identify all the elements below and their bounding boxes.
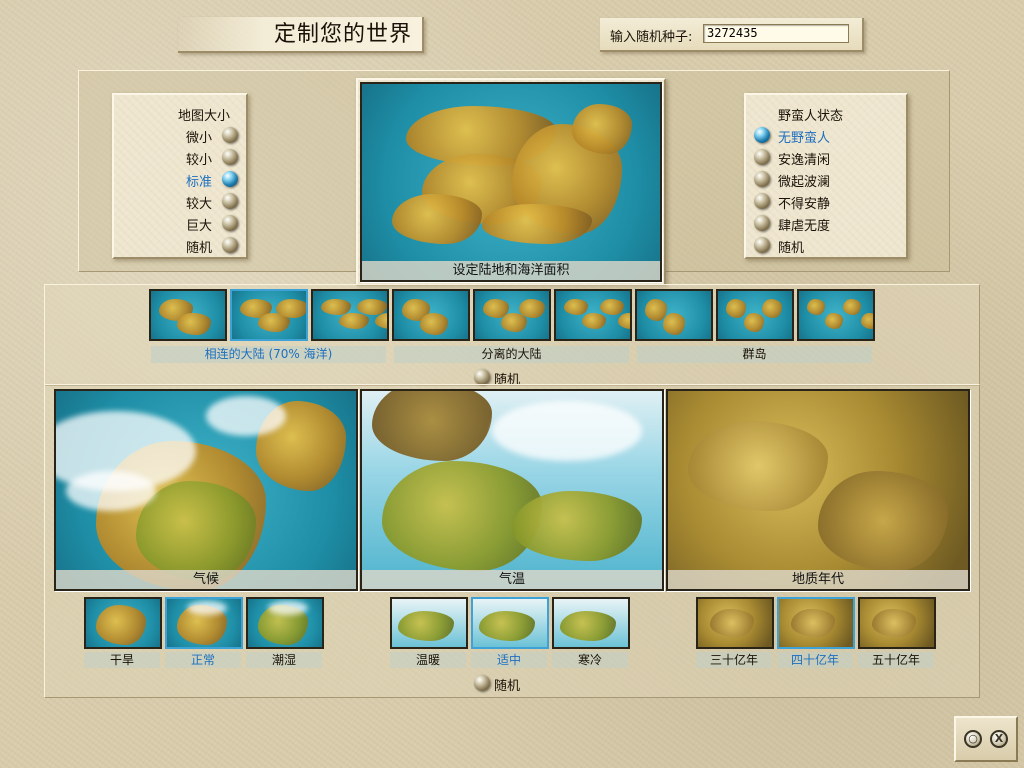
map-size-label: 随机 (186, 241, 213, 256)
climate-thumb[interactable] (165, 597, 243, 649)
age-option-label: 四十亿年 (777, 652, 853, 668)
land-water-thumb[interactable] (311, 289, 389, 341)
barbarian-radio[interactable] (754, 127, 770, 143)
temperature-option-label: 温暖 (390, 652, 466, 668)
climate-option-label: 干旱 (84, 652, 160, 668)
temperature-option-label: 适中 (471, 652, 547, 668)
temperature-thumb[interactable] (471, 597, 549, 649)
age-thumb[interactable] (696, 597, 774, 649)
land-water-thumb[interactable] (635, 289, 713, 341)
age-thumb[interactable] (858, 597, 936, 649)
ok-icon[interactable]: ○ (964, 730, 982, 748)
age-option-label: 三十亿年 (696, 652, 772, 668)
temperature-thumb[interactable] (390, 597, 468, 649)
climate-thumb[interactable] (84, 597, 162, 649)
barbarian-radio[interactable] (754, 171, 770, 187)
barbarian-label: 微起波澜 (778, 175, 831, 190)
map-size-radio[interactable] (222, 237, 238, 253)
land-water-thumb[interactable] (797, 289, 875, 341)
land-water-random-radio[interactable] (474, 369, 490, 385)
land-water-group-label[interactable]: 相连的大陆 (70% 海洋) (151, 346, 386, 363)
climate-caption: 气候 (56, 570, 356, 589)
land-water-thumb[interactable] (554, 289, 632, 341)
climate-thumb[interactable] (246, 597, 324, 649)
map-size-radio[interactable] (222, 193, 238, 209)
barbarian-label: 安逸清闲 (778, 153, 831, 168)
barbarian-label: 不得安静 (778, 197, 831, 212)
barbarian-panel: 野蛮人状态 无野蛮人安逸清闲微起波澜不得安静肆虐无度随机 (744, 93, 908, 259)
barbarian-label: 无野蛮人 (778, 131, 831, 146)
bottom-random-radio[interactable] (474, 675, 490, 691)
land-water-group-label[interactable]: 群岛 (637, 346, 872, 363)
land-water-thumb[interactable] (149, 289, 227, 341)
barbarian-heading: 野蛮人状态 (778, 109, 844, 124)
temperature-map[interactable]: 气温 (360, 389, 664, 591)
map-size-radio[interactable] (222, 215, 238, 231)
land-water-thumb[interactable] (716, 289, 794, 341)
climate-option-label: 正常 (165, 652, 241, 668)
land-water-thumb[interactable] (473, 289, 551, 341)
land-water-thumb[interactable] (230, 289, 308, 341)
close-icon[interactable]: X (990, 730, 1008, 748)
seed-panel: 输入随机种子: 3272435 (600, 18, 864, 52)
barbarian-radio[interactable] (754, 215, 770, 231)
map-size-label: 较小 (186, 153, 213, 168)
page-title: 定制您的世界 (178, 17, 424, 53)
seed-label: 输入随机种子: (610, 30, 693, 45)
age-caption: 地质年代 (668, 570, 968, 589)
land-water-group-label[interactable]: 分离的大陆 (394, 346, 629, 363)
age-map[interactable]: 地质年代 (666, 389, 970, 591)
map-size-label: 巨大 (186, 219, 213, 234)
land-water-thumb[interactable] (392, 289, 470, 341)
map-size-panel: 地图大小 微小较小标准较大巨大随机 (112, 93, 248, 259)
age-thumb[interactable] (777, 597, 855, 649)
map-size-label: 微小 (186, 131, 213, 146)
map-size-radio[interactable] (222, 149, 238, 165)
barbarian-label: 肆虐无度 (778, 219, 831, 234)
map-size-label: 较大 (186, 197, 213, 212)
bottom-random-label: 随机 (494, 679, 521, 694)
map-size-radio[interactable] (222, 171, 238, 187)
seed-input[interactable]: 3272435 (703, 24, 849, 43)
age-option-label: 五十亿年 (858, 652, 934, 668)
barbarian-label: 随机 (778, 241, 805, 256)
land-water-caption: 设定陆地和海洋面积 (362, 261, 660, 280)
climate-option-label: 潮湿 (246, 652, 322, 668)
barbarian-radio[interactable] (754, 149, 770, 165)
bottom-buttons: ○ X (954, 716, 1018, 762)
map-size-radio[interactable] (222, 127, 238, 143)
temperature-thumb[interactable] (552, 597, 630, 649)
land-water-map[interactable]: 设定陆地和海洋面积 (360, 82, 662, 282)
barbarian-radio[interactable] (754, 193, 770, 209)
climate-map[interactable]: 气候 (54, 389, 358, 591)
barbarian-radio[interactable] (754, 237, 770, 253)
temperature-caption: 气温 (362, 570, 662, 589)
map-size-label: 标准 (186, 175, 213, 190)
temperature-option-label: 寒冷 (552, 652, 628, 668)
map-size-heading: 地图大小 (178, 109, 231, 124)
